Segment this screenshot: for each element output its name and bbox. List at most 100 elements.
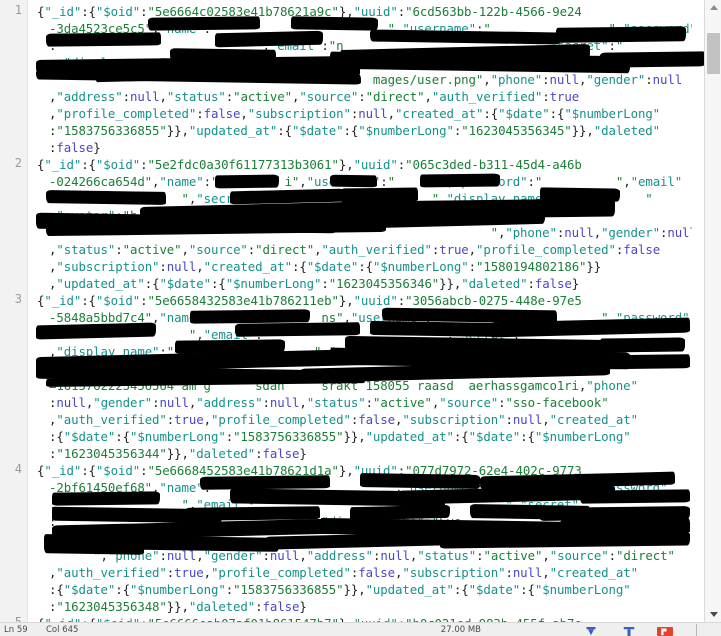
scrollbar-thumb[interactable] [707, 32, 720, 75]
code-token-k: "avatar" [328, 344, 388, 359]
code-token-k: "auth_verified" [431, 89, 543, 104]
code-token-k: "status" [417, 548, 477, 563]
code-line[interactable]: {"_id":{"$oid":"5e6664c02583e41b78621a9c… [37, 3, 582, 20]
code-line[interactable]: ","phone":null,"gender":null,"address":n… [49, 547, 675, 564]
code-token-p: , [328, 55, 337, 70]
code-token-s: " " [174, 55, 329, 70]
code-token-p: :{ [483, 106, 499, 121]
code-token-k: "_id" [44, 293, 82, 308]
code-line[interactable]: {"_id":{"$oid":"5e6668452583e41b78621d1a… [37, 462, 582, 479]
code-token-s: "077d7972-62e4-402c-9773 [405, 463, 582, 478]
code-line[interactable] [49, 530, 564, 547]
code-line[interactable]: :false} [49, 139, 101, 156]
code-line[interactable]: -3da4523ce5c5","name":" ","username":" "… [49, 20, 692, 37]
code-token-p: : [387, 344, 395, 359]
code-line[interactable]: :" ","display_name":"Eve ","avatar":" [49, 513, 692, 530]
code-token-k: "email" [630, 174, 683, 189]
code-line[interactable]: =1615762223456564 am g sdah srakt 158055… [49, 377, 638, 394]
code-line[interactable]: :{"$date":{"$numberLong":"1583756336855"… [49, 428, 631, 445]
code-token-k: "name" [159, 174, 204, 189]
code-line[interactable]: ,"profile_completed":false,"subscription… [49, 105, 660, 122]
code-line[interactable]: :" ","email":"n ","secret":" " [49, 37, 692, 54]
code-token-lit: null [512, 565, 543, 580]
code-token-s: " i" [210, 174, 300, 189]
line-number: 2 [14, 156, 22, 170]
code-line[interactable]: :null,"gender":null,"address":null,"stat… [49, 394, 609, 411]
code-token-p: }, [338, 157, 354, 172]
code-token-k: "phone" [107, 548, 160, 563]
code-line[interactable]: /htt [49, 360, 520, 377]
code-line[interactable]: -5848a5bbd7c4","name":" ns","username":"… [49, 309, 690, 326]
code-token-p: :{ [520, 582, 535, 597]
code-token-p: :{ [115, 429, 130, 444]
code-token-k: "secret" [549, 38, 609, 53]
code-token-p: : [262, 548, 270, 563]
code-token-k: "email" [203, 327, 256, 342]
code-line[interactable]: ,"address":null,"status":"active","sourc… [49, 88, 579, 105]
scroll-down-button[interactable] [705, 607, 721, 622]
code-token-s [49, 531, 564, 546]
code-token-p: :{ [81, 293, 96, 308]
code-token-lit: false [623, 242, 661, 257]
code-line[interactable]: ,"display_name":" ","avatar":" 27 [49, 343, 692, 360]
code-token-s: " v" [483, 480, 587, 495]
code-token-p: }, [338, 293, 354, 308]
code-token-k: "password" [453, 174, 528, 189]
code-token-s: "direct" [255, 242, 315, 257]
code-line[interactable]: :"1583756336855"}},"updated_at":{"$date"… [49, 122, 660, 139]
code-token-s: "1623045356345" [461, 123, 572, 138]
code-token-k: "$date" [468, 429, 521, 444]
code-token-s: "Eve " [431, 514, 557, 529]
code-line[interactable]: -024266ca654d","name":" i","username":" … [49, 173, 682, 190]
editor-area[interactable]: 1 2 3 4 5 {"_id":{"$oid":"5e6664c02583e41b78… [0, 0, 721, 622]
code-token-s: " " [556, 191, 653, 206]
code-token-k: "updated_at" [188, 123, 278, 138]
code-token-p: : [542, 89, 550, 104]
code-line[interactable]: ,"avatar":"h [49, 207, 542, 224]
code-token-lit: null [159, 395, 189, 410]
code-line[interactable]: :{"$date":{"$numberLong":"1583756336855"… [49, 581, 631, 598]
code-token-lit: true [549, 89, 580, 104]
code-token-s: " " [56, 497, 189, 512]
code-line[interactable]: mages/user.png","phone":null,"gender":nu… [49, 71, 682, 88]
code-token-k: "$oid" [95, 293, 141, 308]
code-line[interactable]: {"_id":{"$oid":"5e6658432583e41b786211eb… [37, 292, 582, 309]
code-token-k: "updated_at" [365, 429, 454, 444]
code-line[interactable]: ","phone":null,"gender":null,"address":n… [49, 224, 692, 241]
code-token-p: : [203, 310, 211, 325]
code-line[interactable]: :"1623045356348"}},"daleted":false} [49, 598, 307, 615]
code-token-p: , [439, 191, 447, 206]
status-bar: Ln 59 Col 645 27.00 MB [0, 622, 721, 636]
word-icon[interactable] [583, 627, 599, 636]
code-line[interactable]: -2bf61450ef68","name":" ","username":" v… [49, 479, 667, 496]
code-line[interactable]: :"1623045356344"}},"daleted":false} [49, 445, 307, 462]
code-token-s: " " [56, 514, 314, 529]
scroll-up-button[interactable] [705, 0, 721, 15]
powerpoint-icon[interactable] [657, 627, 673, 636]
code-line[interactable]: ,"auth_verified":true,"profile_completed… [49, 564, 638, 581]
code-content[interactable]: {"_id":{"$oid":"5e6664c02583e41b78621a9c… [29, 0, 692, 622]
code-token-k: "updated_at" [365, 582, 454, 597]
word-icon[interactable] [621, 627, 637, 636]
code-token-p: , [299, 548, 307, 563]
code-line[interactable]: ,"subscription":null,"created_at":{"$dat… [49, 258, 601, 275]
code-line[interactable]: {"_id":{"$oid":"5e6666eab07af01b861547b7… [37, 615, 582, 622]
code-token-k: "status" [306, 395, 366, 410]
code-token-p: : [505, 565, 513, 580]
code-token-k: "subscription" [402, 412, 506, 427]
code-line[interactable]: :" ","email":" ","secret" [49, 496, 579, 513]
code-token-s: " " [210, 480, 395, 495]
code-line[interactable]: ,"auth_verified":true,"profile_completed… [49, 411, 638, 428]
vertical-scrollbar[interactable] [704, 0, 721, 622]
code-token-p: : [358, 89, 366, 104]
code-token-lit: false [56, 140, 94, 155]
code-line[interactable]: :" ","secret":" ","display_name":" " [49, 190, 653, 207]
code-line[interactable]: ,"status":"active","source":"direct","au… [49, 241, 660, 258]
code-token-s: " [630, 514, 692, 529]
code-line[interactable]: {"_id":{"$oid":"5e2fdc0a30f61177313b3061… [37, 156, 582, 173]
code-token-s: " 27 [395, 344, 403, 359]
code-line[interactable]: :" ","email":" ","secret":" " [49, 326, 692, 343]
code-token-k: "subscription" [247, 106, 351, 121]
code-line[interactable]: ,"updated_at":{"$date":{"$numberLong":"1… [49, 275, 579, 292]
code-line[interactable]: "display_name":" ","avatar":" [49, 54, 689, 71]
